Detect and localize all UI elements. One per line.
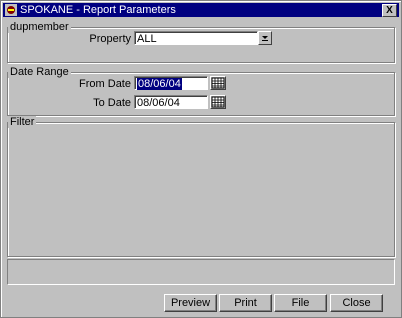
from-date-label: From Date	[79, 78, 131, 90]
filter-group	[7, 122, 395, 257]
preview-button[interactable]: Preview	[164, 294, 217, 312]
calendar-icon	[211, 77, 225, 89]
property-label: Property	[89, 33, 131, 45]
close-icon: X	[386, 5, 393, 16]
title-bar: SPOKANE - Report Parameters X	[3, 3, 399, 17]
window-close-button[interactable]: X	[382, 4, 397, 17]
from-date-input[interactable]: 08/06/04	[134, 76, 208, 90]
app-icon	[5, 4, 17, 16]
to-date-label: To Date	[93, 97, 131, 109]
dropdown-arrow-icon	[262, 36, 268, 41]
property-dropdown-button[interactable]	[258, 31, 272, 45]
to-date-input[interactable]: 08/06/04	[134, 95, 208, 109]
close-button[interactable]: Close	[330, 294, 383, 312]
property-select[interactable]: ALL	[134, 31, 258, 45]
file-button[interactable]: File	[274, 294, 327, 312]
to-date-value: 08/06/04	[137, 97, 180, 109]
filter-group-label: Filter	[8, 116, 37, 128]
status-panel	[7, 259, 395, 285]
print-button[interactable]: Print	[219, 294, 272, 312]
window-title: SPOKANE - Report Parameters	[20, 4, 176, 16]
report-parameters-window: SPOKANE - Report Parameters X dupmember …	[0, 0, 402, 318]
property-value: ALL	[137, 33, 157, 45]
calendar-icon	[211, 96, 225, 108]
from-date-calendar-button[interactable]	[210, 76, 226, 90]
from-date-value: 08/06/04	[137, 78, 182, 90]
to-date-calendar-button[interactable]	[210, 95, 226, 109]
